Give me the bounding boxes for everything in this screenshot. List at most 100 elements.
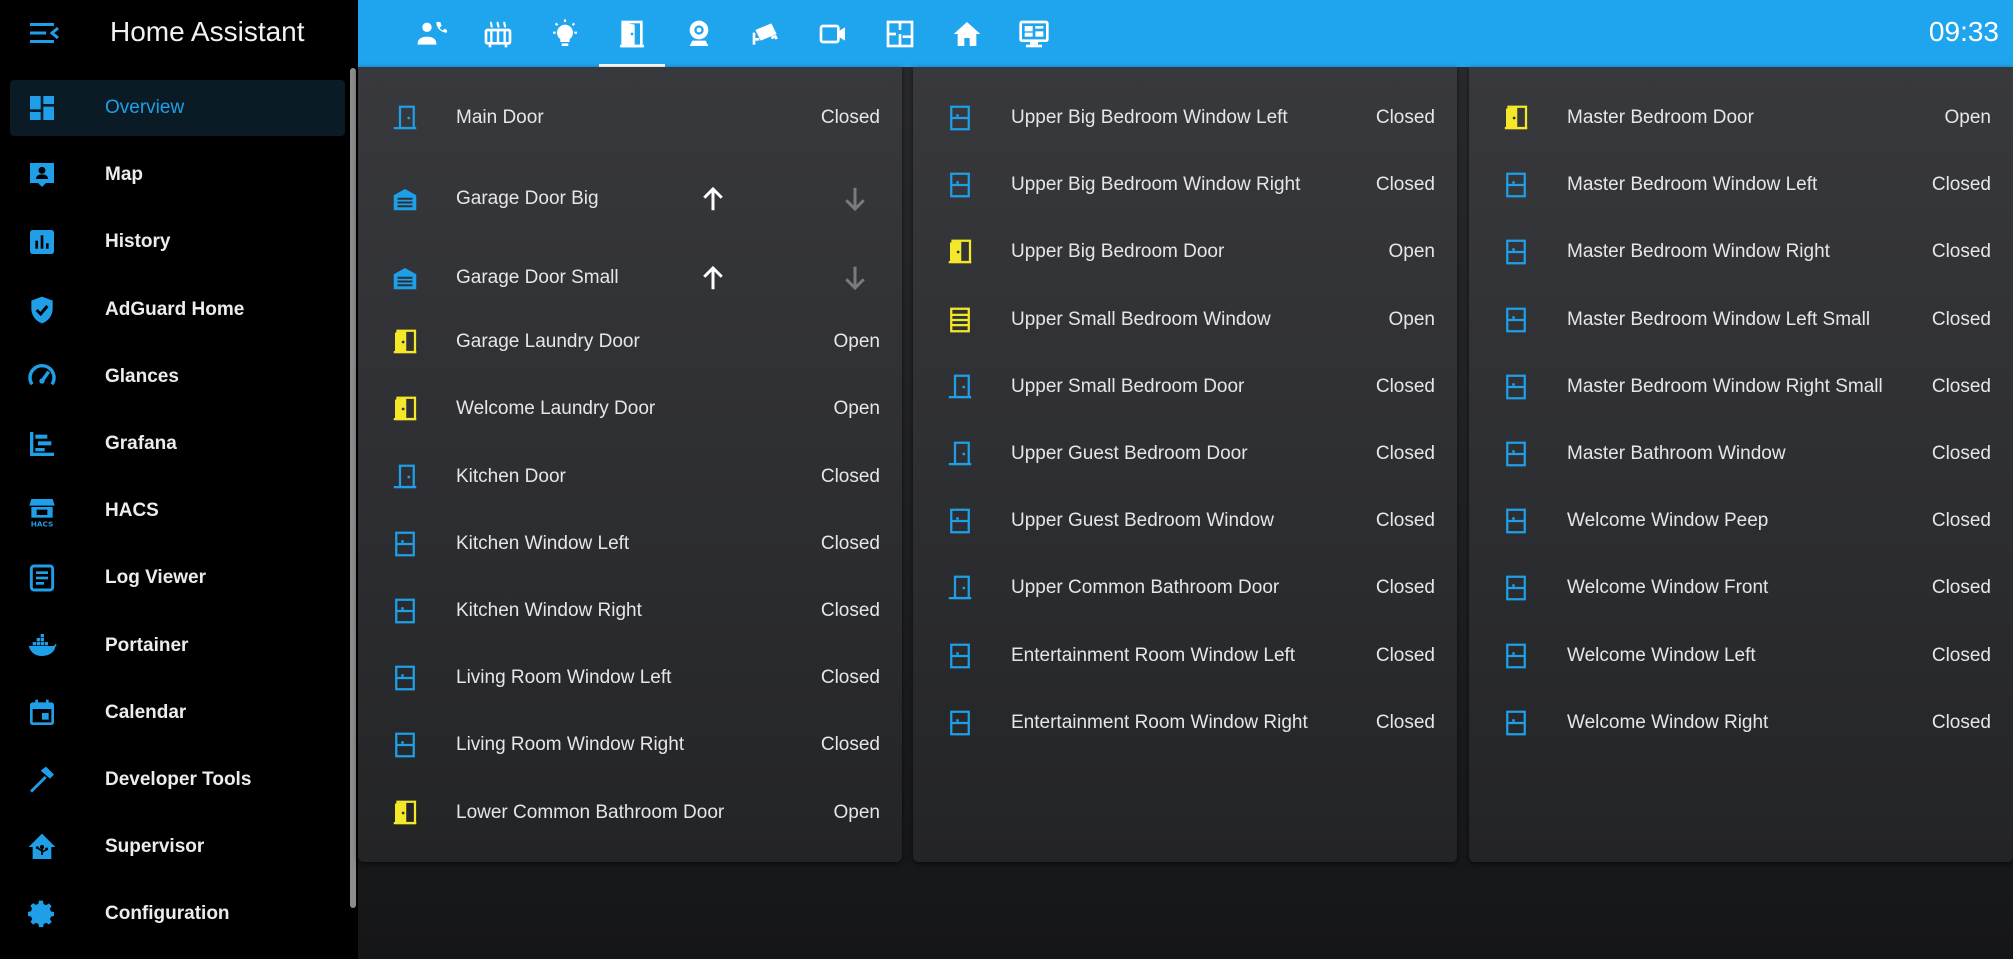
entity-row[interactable]: Upper Big Bedroom Window Left Closed [913,93,1457,143]
window-open-icon[interactable] [945,305,975,335]
window-closed-icon[interactable] [1501,573,1531,603]
sidebar-item-calendar[interactable]: Calendar [10,685,345,741]
arrow-up-icon[interactable] [698,263,728,293]
entity-state: Open [833,331,880,353]
window-closed-icon[interactable] [1501,372,1531,402]
entity-row[interactable]: Living Room Window Left Closed [358,653,902,703]
entity-name: Garage Door Small [456,266,619,288]
tab-webcam[interactable] [666,0,732,67]
entity-row[interactable]: Master Bedroom Window Right Small Closed [1469,362,2013,412]
window-closed-icon[interactable] [1501,305,1531,335]
garage-icon[interactable] [390,184,420,214]
entity-row[interactable]: Welcome Window Left Closed [1469,631,2013,681]
entity-row[interactable]: Entertainment Room Window Right Closed [913,698,1457,748]
entity-row[interactable]: Kitchen Window Right Closed [358,586,902,636]
sidebar-item-overview[interactable]: Overview [10,80,345,136]
entity-row[interactable]: Upper Small Bedroom Window Open [913,295,1457,345]
window-closed-icon[interactable] [390,730,420,760]
arrow-down-icon[interactable] [840,184,870,214]
tab-lightbulb[interactable] [532,0,598,67]
tab-radiator[interactable] [465,0,531,67]
sidebar-item-configuration[interactable]: Configuration [10,886,345,942]
entity-name: Garage Door Big [456,188,599,210]
entity-row[interactable]: Upper Common Bathroom Door Closed [913,563,1457,613]
monitor-dashboard-icon [1018,18,1050,50]
window-closed-icon[interactable] [945,506,975,536]
door-open-icon[interactable] [390,394,420,424]
tab-door[interactable] [599,0,665,67]
entity-row[interactable]: Upper Guest Bedroom Window Closed [913,496,1457,546]
entity-row[interactable]: Welcome Window Peep Closed [1469,496,2013,546]
entity-row[interactable]: Master Bedroom Window Left Closed [1469,160,2013,210]
door-closed-icon[interactable] [390,103,420,133]
entity-row[interactable]: Welcome Window Right Closed [1469,698,2013,748]
entity-row[interactable]: Garage Door Big [358,174,902,224]
sidebar-item-supervisor[interactable]: Supervisor [10,819,345,875]
sidebar-item-history[interactable]: History [10,214,345,270]
door-open-icon[interactable] [390,327,420,357]
entity-row[interactable]: Master Bathroom Window Closed [1469,429,2013,479]
entity-row[interactable]: Upper Big Bedroom Door Open [913,227,1457,277]
window-closed-icon[interactable] [1501,708,1531,738]
door-closed-icon[interactable] [945,372,975,402]
tab-home[interactable] [934,0,1000,67]
entity-row[interactable]: Upper Big Bedroom Window Right Closed [913,160,1457,210]
window-closed-icon[interactable] [1501,439,1531,469]
arrow-up-icon[interactable] [698,184,728,214]
sidebar-item-glances[interactable]: Glances [10,349,345,405]
entity-row[interactable]: Kitchen Window Left Closed [358,519,902,569]
sidebar-item-label: Configuration [105,903,230,925]
tab-monitor-dashboard[interactable] [1001,0,1067,67]
tab-cctv[interactable] [733,0,799,67]
arrow-down-icon[interactable] [840,263,870,293]
window-closed-icon[interactable] [945,708,975,738]
entity-row[interactable]: Master Bedroom Window Right Closed [1469,227,2013,277]
entity-row[interactable]: Upper Small Bedroom Door Closed [913,362,1457,412]
window-closed-icon[interactable] [1501,506,1531,536]
door-closed-icon[interactable] [945,439,975,469]
entity-row[interactable]: Main Door Closed [358,93,902,143]
door-open-icon[interactable] [945,237,975,267]
entity-row[interactable]: Master Bedroom Window Left Small Closed [1469,295,2013,345]
sidebar-item-developer-tools[interactable]: Developer Tools [10,752,345,808]
sidebar-item-portainer[interactable]: Portainer [10,618,345,674]
entity-row[interactable]: Welcome Laundry Door Open [358,384,902,434]
tab-floor-plan[interactable] [867,0,933,67]
main-content: Main Door Closed Garage Door Big Garage Doo… [358,67,2013,959]
sidebar-scrollbar[interactable] [350,68,356,908]
door-open-icon[interactable] [390,798,420,828]
door-closed-icon[interactable] [945,573,975,603]
entity-row[interactable]: Living Room Window Right Closed [358,720,902,770]
entity-state: Open [1388,308,1435,330]
tab-account-phone[interactable] [398,0,464,67]
tab-video[interactable] [800,0,866,67]
entity-row[interactable]: Entertainment Room Window Left Closed [913,631,1457,681]
menu-icon[interactable] [30,20,60,46]
sidebar-item-hacs[interactable]: HACS HACS [10,483,345,539]
window-closed-icon[interactable] [945,641,975,671]
entity-row[interactable]: Upper Guest Bedroom Door Closed [913,429,1457,479]
entity-row[interactable]: Garage Laundry Door Open [358,317,902,367]
window-closed-icon[interactable] [945,170,975,200]
window-closed-icon[interactable] [390,663,420,693]
window-closed-icon[interactable] [945,103,975,133]
window-closed-icon[interactable] [390,596,420,626]
door-closed-icon[interactable] [390,462,420,492]
sidebar-item-map[interactable]: Map [10,147,345,203]
entity-row[interactable]: Lower Common Bathroom Door Open [358,788,902,838]
entity-name: Welcome Window Left [1567,644,1756,666]
entity-row[interactable]: Kitchen Door Closed [358,452,902,502]
sidebar-item-grafana[interactable]: Grafana [10,416,345,472]
garage-icon[interactable] [390,263,420,293]
entity-name: Upper Big Bedroom Window Right [1011,174,1301,196]
door-open-icon[interactable] [1501,103,1531,133]
window-closed-icon[interactable] [1501,641,1531,671]
window-closed-icon[interactable] [390,529,420,559]
sidebar-item-adguard-home[interactable]: AdGuard Home [10,282,345,338]
entity-row[interactable]: Garage Door Small [358,253,902,303]
window-closed-icon[interactable] [1501,170,1531,200]
window-closed-icon[interactable] [1501,237,1531,267]
entity-row[interactable]: Master Bedroom Door Open [1469,93,2013,143]
sidebar-item-log-viewer[interactable]: Log Viewer [10,550,345,606]
entity-row[interactable]: Welcome Window Front Closed [1469,563,2013,613]
